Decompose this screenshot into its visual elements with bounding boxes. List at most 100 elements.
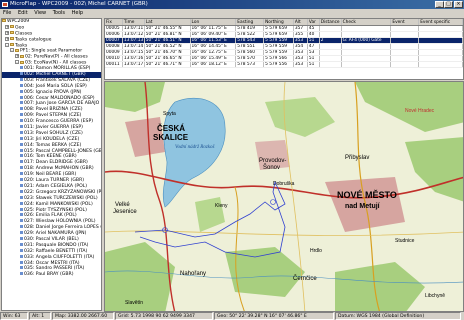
column-header[interactable]: Var xyxy=(308,19,320,25)
town-label: SKALICE xyxy=(153,133,189,142)
menu-help[interactable]: Help xyxy=(72,10,83,16)
lake-label: Vodní nádrž Rozkoš xyxy=(175,145,216,150)
pilot-icon xyxy=(20,72,23,76)
table-cell: 357 xyxy=(294,26,308,31)
status-alt: Alt: 1 xyxy=(29,312,51,320)
map-view[interactable]: ČESKÁ SKALICE NOVÉ MĚSTO nad Metují Prov… xyxy=(104,81,464,312)
column-header[interactable]: Lat xyxy=(145,19,191,25)
pilot-icon xyxy=(20,136,23,140)
tree-item-pilot[interactable]: 036: Paul BRAY (GBR) xyxy=(2,272,101,278)
pilot-icon xyxy=(20,189,23,193)
table-cell: 354 xyxy=(294,44,308,49)
tree-item-label: 014: Tomas BERKA (CZE) xyxy=(24,142,82,148)
table-cell: 51 xyxy=(308,56,320,61)
column-header[interactable]: Distance xyxy=(320,19,342,25)
table-cell: 16° 06' 18.12" E xyxy=(191,62,237,67)
table-cell xyxy=(419,62,463,67)
table-cell: 50° 21' 46.55" N xyxy=(145,26,191,31)
table-cell xyxy=(391,50,420,55)
table-cell xyxy=(419,32,463,37)
tree-item-label: 025: Piotr TYSZYNSKI (POL) xyxy=(24,207,87,213)
table-cell: 355 xyxy=(294,32,308,37)
folder-icon xyxy=(10,43,14,47)
maximize-button[interactable]: □ xyxy=(444,1,453,8)
table-cell: 5 579 659 xyxy=(264,32,294,37)
column-header[interactable]: Fix xyxy=(105,19,123,25)
menu-view[interactable]: View xyxy=(34,10,46,16)
town-label: Černčice xyxy=(293,275,317,282)
table-cell xyxy=(320,62,342,67)
town-label: Jesenice xyxy=(113,209,137,215)
app-icon xyxy=(2,2,8,7)
expand-icon[interactable]: + xyxy=(5,24,9,29)
menu-bar: File Edit View Tools Help xyxy=(0,9,464,17)
pilot-icon xyxy=(20,66,23,70)
town-label: Studnice xyxy=(395,238,415,244)
folder-icon xyxy=(20,60,24,64)
tree-item-label: 036: Paul BRAY (GBR) xyxy=(24,272,74,278)
tree-item-label: 027: Wieslaw HOLOWNIA (POL) xyxy=(24,219,96,225)
table-cell: 16° 06' 15.49" E xyxy=(191,56,237,61)
expand-icon[interactable]: + xyxy=(15,54,19,59)
column-header[interactable]: Time xyxy=(123,19,145,25)
table-cell: 5 579 559 xyxy=(264,44,294,49)
column-header[interactable]: Northing xyxy=(264,19,294,25)
table-cell: 50° 21' 46.51" N xyxy=(145,38,191,43)
pilot-icon xyxy=(20,266,23,270)
pilot-icon xyxy=(20,89,23,93)
pilot-icon xyxy=(20,107,23,111)
expand-icon[interactable]: + xyxy=(5,30,9,35)
pilot-icon xyxy=(20,254,23,258)
menu-tools[interactable]: Tools xyxy=(53,10,65,16)
tree-root-label: WPC2009 xyxy=(7,19,30,24)
column-header[interactable]: Easting xyxy=(236,19,265,25)
folder-icon xyxy=(10,31,14,35)
tree-item-label: 024: Kamil MANKOWSKI (POL) xyxy=(24,201,93,207)
column-header[interactable]: Lon xyxy=(191,19,237,25)
pilot-icon xyxy=(20,213,23,217)
close-button[interactable]: × xyxy=(454,1,463,8)
table-row[interactable]: 00011 13:07:17 50° 21' 46.71" N 16° 06' 18.… xyxy=(105,62,463,68)
map-canvas[interactable]: ČESKÁ SKALICE NOVÉ MĚSTO nad Metují Prov… xyxy=(105,82,464,312)
menu-file[interactable]: File xyxy=(3,10,11,16)
table-cell xyxy=(342,56,392,61)
table-cell xyxy=(391,62,420,67)
collapse-icon[interactable]: - xyxy=(5,42,9,47)
collapse-icon[interactable]: - xyxy=(15,60,19,65)
table-cell: 578 570 xyxy=(236,56,265,61)
table-cell: 51 xyxy=(308,38,320,43)
pilot-icon xyxy=(20,236,23,240)
tree-item-label: 015: Pascal CAMPBELL-JONES (GBR) xyxy=(24,148,102,154)
table-cell: 00011 xyxy=(105,62,123,67)
tree-item-label: 034: Oscar MESTRI (ITA) xyxy=(24,260,80,266)
table-cell xyxy=(342,62,392,67)
menu-edit[interactable]: Edit xyxy=(18,10,28,16)
column-header[interactable]: Alt xyxy=(294,19,308,25)
table-cell xyxy=(419,56,463,61)
tree-item-label: 004: José Maria SOLA (ESP) xyxy=(24,83,87,89)
table-cell xyxy=(391,38,420,43)
pilot-icon xyxy=(20,95,23,99)
collapse-icon[interactable]: - xyxy=(10,48,14,53)
table-cell: 50° 21' 46.65" N xyxy=(145,56,191,61)
table-cell: 13:07:14 xyxy=(123,44,145,49)
table-cell: 353 xyxy=(294,56,308,61)
column-header[interactable]: Event specific xyxy=(419,19,463,25)
expand-icon[interactable]: + xyxy=(5,36,9,41)
table-cell: 13:07:17 xyxy=(123,62,145,67)
table-cell xyxy=(342,44,392,49)
table-cell: G: AF4 (000) Gate xyxy=(342,38,392,43)
tree-item-label: 005: Ignacio RYOVA (JPN) xyxy=(24,89,82,95)
column-header[interactable]: Event xyxy=(391,19,420,25)
status-bar: Win: 63 Alt: 1 Map: 3382.00 2667.60 Grid… xyxy=(0,312,464,320)
column-header[interactable]: Check xyxy=(342,19,392,25)
tree-item-label: 010: Francesco GUERRA (ESP) xyxy=(24,119,94,125)
title-bar: MicroFlap - WPC2009 - 002\ Michel CARNET… xyxy=(0,0,464,9)
table-cell: 16° 06' 14.45" E xyxy=(191,44,237,49)
minimize-button[interactable]: _ xyxy=(435,1,444,8)
table-cell: 353 xyxy=(294,38,308,43)
folder-icon xyxy=(20,54,24,58)
town-label: Nové Hradec xyxy=(405,108,435,114)
table-cell xyxy=(391,44,420,49)
pilot-icon xyxy=(20,242,23,246)
